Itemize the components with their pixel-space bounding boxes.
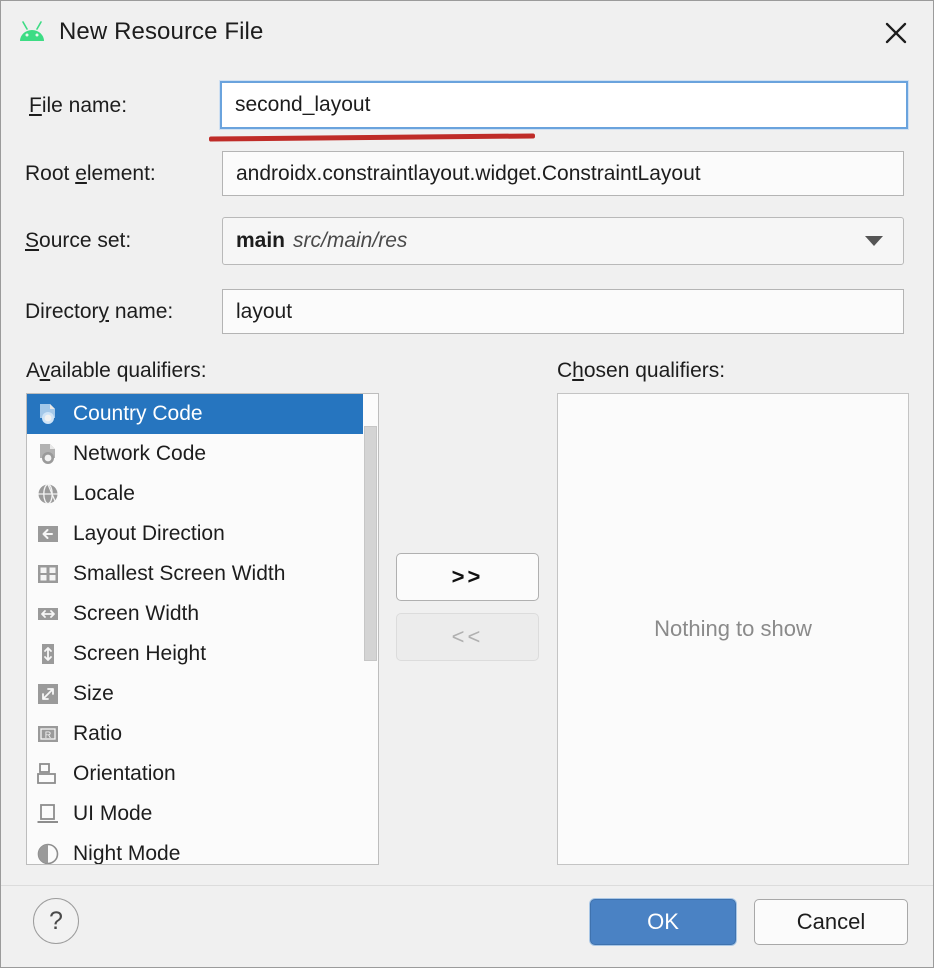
file-name-input[interactable]: second_layout (220, 81, 908, 129)
list-item[interactable]: Screen Width (27, 594, 378, 634)
list-item[interactable]: UI Mode (27, 794, 378, 834)
ratio-icon: R (38, 726, 58, 742)
available-list-items: Country Code Network Code Locale Layout Dir… (27, 394, 378, 865)
source-set-path: src/main/res (293, 229, 408, 252)
dialog-titlebar: New Resource File (1, 1, 933, 63)
available-qualifiers-list[interactable]: Country Code Network Code Locale Layout Dir… (26, 393, 379, 865)
root-element-input[interactable]: androidx.constraintlayout.widget.Constra… (222, 151, 904, 196)
move-left-button[interactable]: << (396, 613, 539, 661)
chosen-qualifiers-panel[interactable]: Nothing to show (557, 393, 909, 865)
svg-text:R: R (45, 730, 52, 740)
ui-mode-icon (37, 804, 58, 823)
footer-divider (1, 885, 933, 886)
arrows-vertical-icon (42, 644, 54, 664)
country-code-icon (40, 404, 55, 424)
arrow-left-icon (38, 526, 58, 542)
list-item-label: Layout Direction (73, 522, 225, 545)
network-code-icon (40, 444, 55, 464)
ok-button[interactable]: OK (590, 899, 736, 945)
locale-globe-icon (38, 483, 58, 505)
list-item-label: Screen Width (73, 602, 200, 625)
directory-name-input[interactable]: layout (222, 289, 904, 334)
list-item[interactable]: Country Code (27, 394, 378, 434)
resize-diagonal-icon (38, 684, 58, 704)
list-item[interactable]: Smallest Screen Width (27, 554, 378, 594)
new-resource-file-dialog: New Resource File File name: second_layo… (0, 0, 934, 968)
scrollbar-thumb[interactable] (364, 426, 377, 661)
list-item[interactable]: Screen Height (27, 634, 378, 674)
list-item[interactable]: Network Code (27, 434, 378, 474)
annotation-underline (208, 133, 536, 142)
file-name-label: File name: (29, 94, 128, 117)
android-icon (20, 21, 44, 41)
chevron-down-icon[interactable] (865, 236, 883, 246)
source-set-value: main (236, 229, 286, 252)
list-item-label: Ratio (73, 722, 123, 745)
close-icon[interactable] (875, 13, 917, 53)
list-item[interactable]: Orientation (27, 754, 378, 794)
list-item[interactable]: Night Mode (27, 834, 378, 865)
list-item-label: Locale (73, 482, 135, 505)
list-item[interactable]: Layout Direction (27, 514, 378, 554)
orientation-icon (37, 763, 56, 784)
list-item-label: Night Mode (73, 842, 181, 865)
list-item-label: Smallest Screen Width (73, 562, 286, 585)
chosen-qualifiers-label: Chosen qualifiers: (557, 359, 726, 382)
night-mode-icon (37, 843, 59, 864)
source-set-dropdown[interactable]: main src/main/res (222, 217, 904, 265)
list-item-label: Orientation (73, 762, 176, 785)
list-item-label: Network Code (73, 442, 207, 465)
list-scrollbar[interactable] (363, 394, 378, 864)
available-qualifiers-label: Available qualifiers: (26, 359, 207, 382)
list-item-label: Screen Height (73, 642, 207, 665)
list-item-label: Size (73, 682, 114, 705)
list-item[interactable]: Locale (27, 474, 378, 514)
cancel-button[interactable]: Cancel (754, 899, 908, 945)
smallest-width-icon (38, 565, 58, 583)
nothing-to-show-text: Nothing to show (654, 616, 812, 641)
source-set-label: Source set: (25, 229, 132, 252)
move-right-button[interactable]: >> (396, 553, 539, 601)
help-icon[interactable]: ? (33, 898, 79, 944)
page-title: New Resource File (59, 18, 264, 45)
list-item-label: Country Code (73, 402, 203, 425)
list-item[interactable]: Size (27, 674, 378, 714)
list-item-label: UI Mode (73, 802, 153, 825)
directory-name-label: Directory name: (25, 300, 174, 323)
root-element-label: Root element: (25, 162, 156, 185)
arrows-horizontal-icon (38, 608, 58, 620)
list-item[interactable]: R Ratio (27, 714, 378, 754)
